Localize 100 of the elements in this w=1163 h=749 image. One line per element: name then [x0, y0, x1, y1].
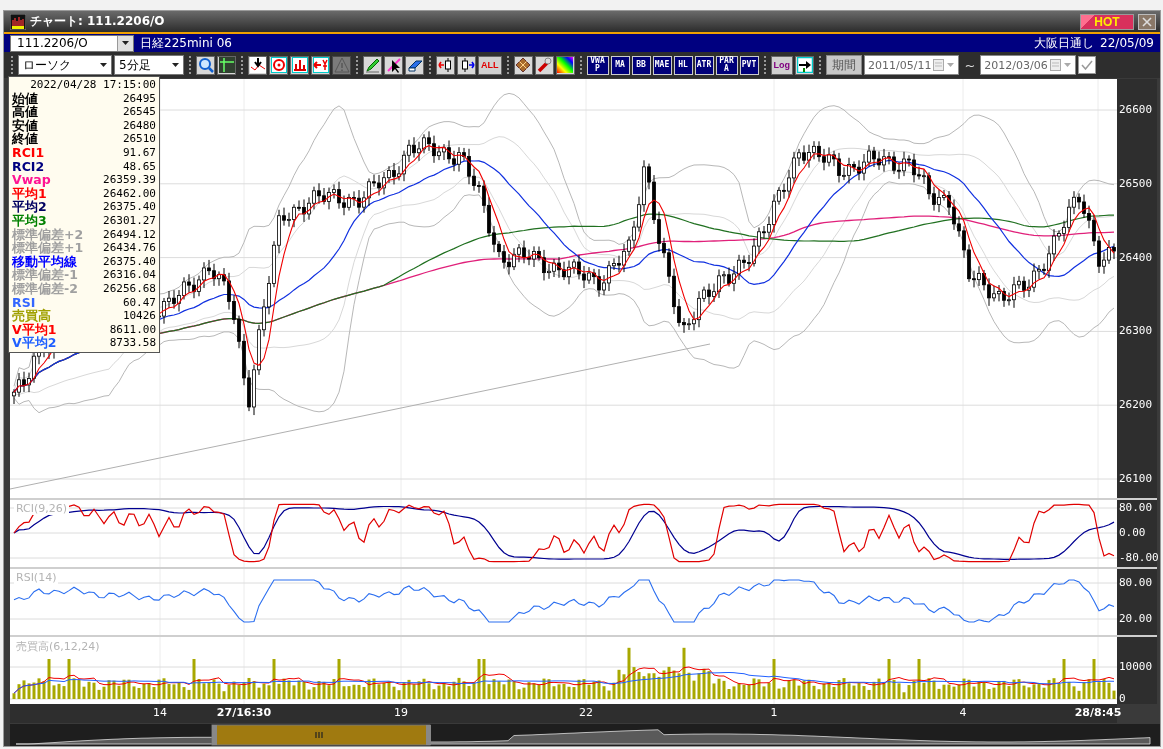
indicator-button[interactable]: MA — [610, 55, 630, 75]
data-label: 標準偏差+2 — [12, 227, 84, 242]
tool-button[interactable] — [311, 55, 330, 75]
data-label: 平均1 — [12, 186, 47, 201]
data-value: 26434.76 — [103, 241, 156, 255]
color-spectrum-icon — [557, 57, 573, 73]
grip-handle[interactable] — [356, 56, 358, 74]
data-value: 8733.58 — [109, 336, 156, 350]
data-value: 48.65 — [122, 159, 156, 174]
tool-button[interactable] — [405, 55, 424, 75]
indicator-button[interactable]: HL — [673, 55, 693, 75]
bar-chart-icon — [291, 57, 308, 73]
data-value: 26375.40 — [103, 254, 156, 269]
caret-icon — [122, 41, 129, 45]
data-label: 安値 — [12, 118, 38, 133]
datetime-label: 2022/04/28 17:15:00 — [29, 78, 156, 92]
data-label: V平均2 — [12, 336, 57, 350]
check-icon — [1080, 60, 1093, 70]
data-label: 移動平均線 — [12, 254, 77, 269]
data-label: 標準偏差+1 — [12, 241, 84, 255]
axis-label: 27/16:30 — [216, 706, 272, 719]
tool-button[interactable] — [196, 55, 215, 75]
window-title: チャート: 111.2206/O — [30, 13, 166, 30]
tool-button[interactable] — [248, 55, 267, 75]
app-icon — [10, 13, 26, 30]
data-label: 平均2 — [12, 200, 47, 214]
dropdown[interactable]: ローソク — [18, 55, 112, 75]
axis-label: 26400 — [1119, 250, 1153, 264]
axis-label: 80.00 — [1119, 576, 1153, 589]
indicator-button[interactable]: Log — [770, 55, 793, 75]
indicator-button[interactable]: PVT — [739, 55, 759, 75]
indicator-button[interactable]: VWAP — [586, 55, 609, 75]
crosshair-icon — [218, 57, 235, 73]
axis-label: 26200 — [1119, 398, 1153, 412]
scroll-thumb[interactable] — [211, 724, 431, 746]
tool-button[interactable] — [269, 55, 288, 75]
data-label: RCI2 — [12, 159, 45, 174]
date-field[interactable]: 2012/03/06 — [980, 55, 1076, 75]
calendar-icon — [1049, 59, 1072, 71]
grip-handle[interactable] — [11, 56, 13, 74]
tool-button[interactable] — [363, 55, 382, 75]
axis-label: 20.00 — [1119, 612, 1153, 625]
circle-icon — [270, 57, 287, 73]
data-value: 26256.68 — [103, 281, 156, 296]
symbol-dropdown[interactable]: 111.2206/O — [10, 34, 134, 52]
tool-button[interactable] — [555, 55, 575, 75]
axis-label: 26600 — [1119, 103, 1153, 116]
close-button[interactable] — [1138, 13, 1156, 30]
tool-button[interactable] — [436, 55, 455, 75]
tool-button[interactable] — [795, 55, 814, 75]
axis-label: 0 — [1119, 692, 1126, 705]
grip-handle[interactable] — [763, 56, 766, 74]
axis-label: 26500 — [1119, 176, 1153, 190]
tool-button[interactable] — [513, 55, 533, 75]
indicator-button[interactable]: BB — [631, 55, 651, 75]
axis-label: 4 — [959, 706, 967, 719]
axis-label: 14 — [153, 706, 167, 719]
panel-title: 売買高(6,12,24) — [14, 639, 102, 654]
indicator-button[interactable]: MAE — [652, 55, 672, 75]
data-value: 26359.39 — [103, 173, 156, 187]
data-label: 売買高 — [12, 309, 51, 323]
candle-icon — [437, 57, 454, 73]
apply-checkbox[interactable] — [1077, 56, 1096, 74]
data-label: 始値 — [12, 91, 38, 106]
wrench-icon — [536, 57, 552, 73]
tool-button[interactable] — [384, 55, 403, 75]
grip-handle[interactable] — [506, 56, 509, 74]
tool-button[interactable] — [457, 55, 476, 75]
axis-label: 28/8:45 — [1074, 706, 1122, 719]
grip-handle[interactable] — [241, 56, 243, 74]
data-label: V平均1 — [12, 322, 57, 337]
date-field[interactable]: 2011/05/11 — [864, 55, 960, 75]
data-value: 26545 — [122, 105, 156, 119]
session-label: 大阪日通し — [1034, 34, 1095, 52]
period-button[interactable]: 期間 — [826, 55, 862, 75]
tool-button[interactable] — [290, 55, 309, 75]
caret-icon — [172, 63, 179, 67]
panel-title: RCI(9,26) — [14, 502, 70, 515]
data-label: RCI1 — [12, 145, 45, 160]
axis-label: 26100 — [1119, 472, 1153, 485]
data-label: 終値 — [12, 132, 38, 146]
navigator-bar[interactable] — [10, 724, 1160, 746]
caret-icon — [100, 63, 107, 67]
grip-handle[interactable] — [189, 56, 191, 74]
warning-icon — [333, 57, 350, 73]
grip-handle[interactable] — [819, 56, 821, 74]
grip-handle[interactable] — [579, 56, 582, 74]
eraser-icon — [406, 57, 423, 73]
dropdown[interactable]: 5分足 — [114, 55, 184, 75]
data-label: 標準偏差-2 — [12, 281, 78, 296]
grip-handle[interactable] — [429, 56, 431, 74]
hot-button[interactable]: HOT — [1080, 13, 1134, 30]
axis-label: 26300 — [1119, 324, 1153, 338]
data-value: 26301.27 — [103, 213, 156, 228]
tool-button[interactable] — [217, 55, 236, 75]
indicator-button[interactable]: PARA — [715, 55, 738, 75]
indicator-button[interactable]: ATR — [694, 55, 714, 75]
data-value: 26494.12 — [103, 227, 156, 242]
tool-button[interactable] — [534, 55, 554, 75]
data-value: 91.67 — [122, 145, 156, 160]
